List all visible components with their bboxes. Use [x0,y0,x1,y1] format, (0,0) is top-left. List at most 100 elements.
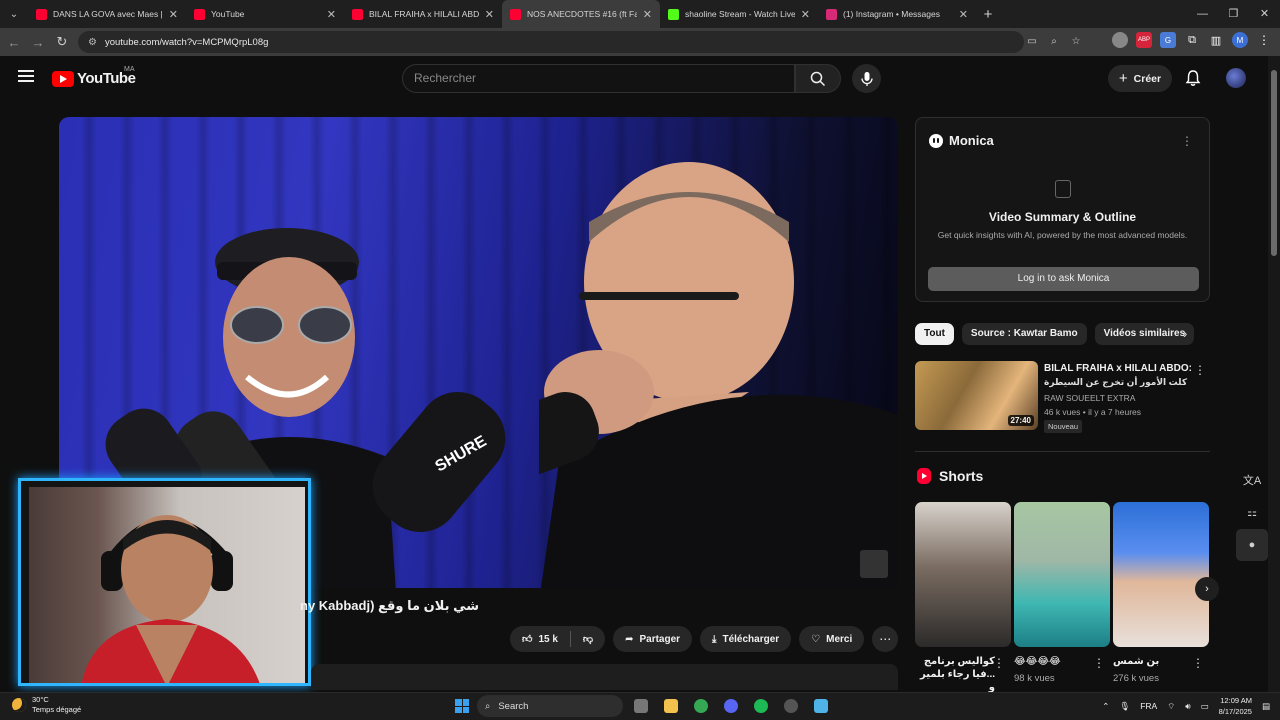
search-icon [810,71,826,86]
tab-close-icon[interactable]: ✕ [327,8,336,21]
short-views-3: 276 k vues [1113,673,1159,684]
monica-menu-icon[interactable]: ⋮ [1181,134,1193,148]
battery-icon[interactable]: ▭ [1201,701,1209,712]
clock[interactable]: 12:09 AM 8/17/2025 [1219,695,1252,717]
description-box[interactable] [311,664,898,690]
profile-avatar[interactable]: M [1232,32,1248,48]
back-icon[interactable]: ← [2,35,26,50]
monica-float-icon[interactable]: ● [1236,529,1268,561]
obs-icon[interactable] [779,695,803,717]
short-card-3[interactable] [1113,502,1209,647]
thanks-button[interactable]: ♡ Merci [799,626,865,652]
minimize-icon[interactable]: — [1187,0,1218,28]
chevron-right-icon[interactable]: › [1183,326,1187,341]
tab-close-icon[interactable]: ✕ [485,8,494,21]
monica-login-button[interactable]: Log in to ask Monica [928,267,1199,291]
volume-icon[interactable]: 🔊︎ [1185,701,1190,712]
browser-tab-1[interactable]: DANS LA GOVA avec Maes | "Le ✕ [28,0,186,28]
short-title-3[interactable]: بن شمس [1113,655,1193,668]
short-title-2[interactable]: 😂😂😂😂 [1014,655,1094,668]
related-thumbnail[interactable]: 27:40 [915,361,1038,430]
search-input[interactable]: Rechercher [402,64,795,93]
create-button[interactable]: + Créer [1108,65,1172,92]
adblock-icon[interactable]: ABP [1136,32,1152,48]
short-card-2[interactable] [1014,502,1110,647]
tab-favicon-icon [352,8,363,20]
like-dislike-group: 👍︎ 15 k 👎︎ [510,626,606,652]
tab-close-icon[interactable]: ✕ [801,8,810,21]
share-button[interactable]: ➦ Partager [613,626,693,652]
short-title-1[interactable]: كواليس برنامج ...فيا رجاء بلمير و [915,655,995,694]
chrome-icon[interactable] [689,695,713,717]
site-info-icon[interactable]: ⚙ [88,37,97,48]
start-icon[interactable] [453,697,471,715]
restore-icon[interactable]: ❐ [1218,0,1249,28]
discord-icon[interactable] [719,695,743,717]
browser-tab-6[interactable]: (1) Instagram • Messages ✕ [818,0,976,28]
reload-icon[interactable]: ↻ [50,34,74,50]
chip-source[interactable]: Source : Kawtar Bamo [961,323,1087,345]
translate-extension-icon[interactable]: G [1160,32,1176,48]
tab-search-menu-icon[interactable]: ⌄ [0,0,28,28]
translate-icon[interactable]: 文A [1236,465,1268,497]
notepad-icon[interactable] [809,695,833,717]
chip-all[interactable]: Tout [915,323,954,345]
short-card-1[interactable] [915,502,1011,647]
like-button[interactable]: 👍︎ 15 k [510,626,570,652]
extensions-puzzle-icon[interactable]: ⧉ [1184,32,1200,48]
tab-close-icon[interactable]: ✕ [959,8,968,21]
short-views-2: 98 k vues [1014,673,1055,684]
spotify-icon[interactable] [749,695,773,717]
youtube-logo[interactable]: YouTube MA [52,66,136,87]
mic-tray-icon[interactable]: 🎙︎ [1119,701,1130,712]
download-button[interactable]: ⤓ Télécharger [700,626,792,652]
taskbar-search-label: Search [498,700,529,712]
more-actions-icon[interactable]: ⋯ [872,626,899,652]
shorts-next-icon[interactable]: › [1195,577,1219,601]
language-indicator[interactable]: FRA [1140,701,1157,711]
related-title[interactable]: BILAL FRAIHA x HILALI ABDO: [1044,362,1194,376]
account-avatar[interactable] [1226,68,1246,88]
weather-widget[interactable]: 30°C Temps dégagé [12,695,81,715]
window-controls: — ❐ ✕ [1187,0,1280,28]
task-view-icon[interactable] [629,695,653,717]
menu-icon[interactable] [18,70,34,82]
related-stats: 46 k vues • il y a 7 heures [1044,407,1141,417]
wifi-icon[interactable]: ⌔ [1167,701,1175,712]
extension-dot-icon[interactable] [1112,32,1128,48]
short-menu-icon-3[interactable]: ⋮ [1192,656,1204,670]
address-bar[interactable]: ⚙ youtube.com/watch?v=MCPMQrpL08g [78,31,1024,53]
notifications-bell-icon[interactable] [1184,69,1202,87]
dislike-button[interactable]: 👎︎ [571,626,605,652]
forward-icon[interactable]: → [26,35,50,50]
browser-menu-icon[interactable]: ⋮ [1256,32,1272,48]
channel-watermark[interactable] [860,550,888,578]
cast-icon[interactable]: ▭ [1024,31,1040,53]
moon-icon [12,698,26,712]
search-button[interactable] [795,64,841,93]
browser-tab-5[interactable]: shaoline Stream - Watch Live o ✕ [660,0,818,28]
tab-close-icon[interactable]: ✕ [643,8,652,21]
voice-search-button[interactable] [852,64,881,93]
close-window-icon[interactable]: ✕ [1249,0,1280,28]
related-video[interactable]: 27:40 BILAL FRAIHA x HILALI ABDO: كلت ال… [915,361,1210,433]
tab-close-icon[interactable]: ✕ [169,8,178,21]
zoom-icon[interactable]: ⌕ [1046,31,1062,53]
chip-similar[interactable]: Vidéos similaires [1094,323,1195,345]
new-tab-button[interactable]: + [976,6,1000,23]
browser-tab-2[interactable]: YouTube ✕ [186,0,344,28]
related-menu-icon[interactable]: ⋮ [1194,363,1206,377]
page-scrollbar[interactable] [1268,56,1280,692]
bookmark-star-icon[interactable]: ☆ [1068,31,1084,53]
taskbar-search[interactable]: ⌕ Search [477,695,623,717]
notifications-icon[interactable]: ▤ [1262,701,1270,712]
tray-chevron-icon[interactable]: ⌃ [1102,701,1109,712]
browser-tab-4[interactable]: NOS ANECDOTES #16 (ft Fa ✕ [502,0,660,28]
file-explorer-icon[interactable] [659,695,683,717]
short-menu-icon-2[interactable]: ⋮ [1093,656,1105,670]
sidepanel-icon[interactable]: ▥ [1208,32,1224,48]
related-channel[interactable]: RAW SOUEELT EXTRA [1044,393,1135,403]
apps-icon[interactable]: ⚏ [1236,497,1268,529]
browser-tab-3[interactable]: BILAL FRAIHA x HILALI ABDO: ✕ [344,0,502,28]
short-menu-icon-1[interactable]: ⋮ [993,656,1005,670]
